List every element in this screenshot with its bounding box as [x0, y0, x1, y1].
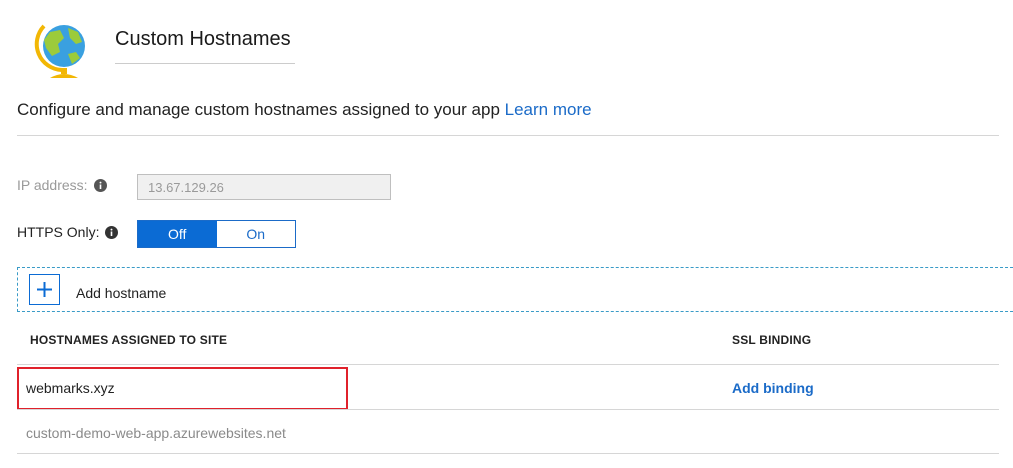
learn-more-link[interactable]: Learn more — [505, 100, 592, 119]
add-hostname-label[interactable]: Add hostname — [76, 285, 166, 301]
title-underline — [115, 63, 295, 64]
highlight-box — [17, 367, 348, 410]
add-hostname-button[interactable] — [29, 274, 60, 305]
globe-icon — [34, 18, 94, 80]
table-divider — [17, 364, 999, 365]
ip-address-label: IP address: — [17, 177, 88, 193]
https-off-option[interactable]: Off — [138, 221, 217, 247]
add-binding-link[interactable]: Add binding — [732, 380, 814, 396]
table-divider — [17, 409, 999, 410]
column-header-hostnames: HOSTNAMES ASSIGNED TO SITE — [30, 333, 228, 347]
plus-icon — [37, 282, 52, 297]
info-icon[interactable] — [105, 225, 119, 239]
add-hostname-bar[interactable] — [17, 267, 1013, 312]
https-on-option[interactable]: On — [216, 221, 295, 247]
description-text: Configure and manage custom hostnames as… — [17, 100, 500, 119]
https-only-label: HTTPS Only: — [17, 224, 100, 240]
column-header-ssl-binding: SSL BINDING — [732, 333, 812, 347]
table-divider — [17, 453, 999, 454]
https-only-label-group: HTTPS Only: — [17, 224, 119, 240]
divider — [17, 135, 999, 136]
https-only-toggle[interactable]: Off On — [137, 220, 296, 248]
info-icon[interactable] — [93, 178, 107, 192]
ip-address-label-group: IP address: — [17, 177, 107, 193]
description: Configure and manage custom hostnames as… — [17, 100, 592, 120]
page-title: Custom Hostnames — [115, 28, 291, 50]
hostname-cell: custom-demo-web-app.azurewebsites.net — [26, 425, 286, 441]
ip-address-field — [137, 174, 391, 200]
